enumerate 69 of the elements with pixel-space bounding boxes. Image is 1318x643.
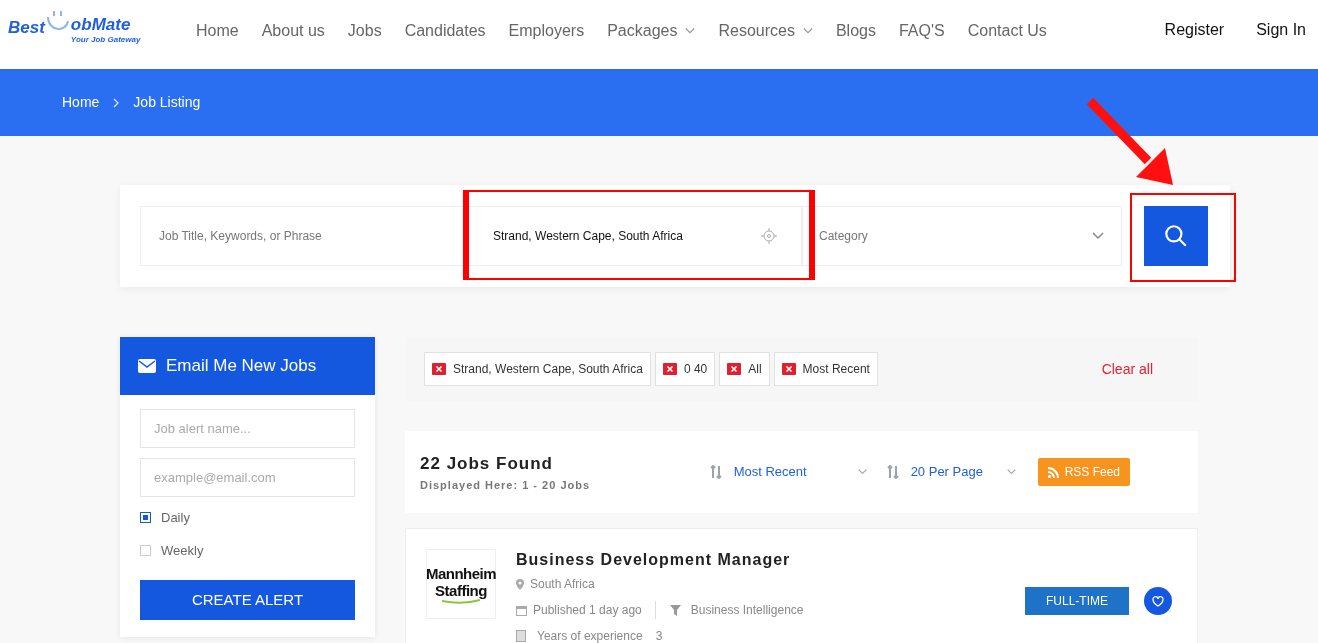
results-range: Displayed Here: 1 - 20 Jobs — [420, 477, 591, 493]
remove-icon — [432, 363, 446, 375]
search-icon — [1163, 223, 1189, 249]
job-type-badge: FULL-TIME — [1025, 587, 1129, 615]
nav-link[interactable]: Contact Us — [967, 18, 1047, 43]
calendar-icon — [516, 604, 527, 616]
heart-icon — [1152, 595, 1164, 607]
panel-title: Email Me New Jobs — [166, 355, 317, 378]
nav-link[interactable]: FAQ'S — [898, 18, 945, 43]
chevron-down-icon — [1006, 468, 1016, 476]
email-field[interactable]: example@email.com — [140, 458, 355, 497]
nav-link[interactable]: Packages — [607, 18, 696, 43]
chevron-down-icon — [802, 26, 813, 35]
keyword-field[interactable]: Job Title, Keywords, or Phrase — [140, 206, 464, 266]
sort-dropdown[interactable]: Most Recent — [733, 462, 846, 482]
breadcrumb-link[interactable]: Home — [62, 92, 100, 113]
logo-text: obMate — [70, 14, 132, 35]
favorite-button[interactable] — [1144, 587, 1172, 615]
company-logo-text: Mannheim — [425, 564, 497, 582]
checkbox-label: Weekly — [161, 541, 204, 560]
nav-link[interactable]: Blogs — [835, 18, 876, 43]
nav-link[interactable]: Home — [196, 18, 239, 43]
clear-all-link[interactable]: Clear all — [1101, 358, 1153, 380]
logo[interactable]: Best obMate Your Job Gateway — [8, 6, 148, 47]
document-icon — [516, 630, 527, 642]
filter-chip[interactable]: Strand, Western Cape, South Africa — [424, 352, 651, 386]
search-button[interactable] — [1144, 206, 1208, 266]
nav-link[interactable]: Jobs — [347, 18, 382, 43]
filter-icon — [669, 604, 681, 616]
nav-link[interactable]: About us — [261, 18, 325, 43]
swoosh-icon — [441, 598, 481, 604]
job-title[interactable]: Business Development Manager — [516, 548, 804, 572]
job-location: South Africa — [530, 576, 595, 593]
checkbox-label: Daily — [161, 509, 190, 527]
sort-icon — [709, 465, 722, 479]
category-dropdown[interactable]: Category — [802, 206, 1122, 266]
chevron-down-icon — [857, 468, 867, 476]
filter-chip[interactable]: 0 40 — [654, 352, 716, 386]
nav-link[interactable]: Resources — [718, 18, 813, 43]
results-count: 22 Jobs Found — [420, 453, 554, 475]
chevron-right-icon — [113, 97, 120, 108]
alert-name-field[interactable]: Job alert name... — [140, 409, 355, 448]
job-category: Business Intelligence — [690, 602, 804, 619]
filter-chip[interactable]: All — [719, 352, 770, 386]
nav-link[interactable]: Candidates — [404, 18, 486, 43]
rss-icon — [1047, 466, 1059, 478]
chevron-down-icon — [685, 26, 696, 35]
experience-value: 3 — [655, 628, 663, 643]
envelope-icon — [138, 359, 156, 373]
create-alert-button[interactable]: CREATE ALERT — [140, 580, 355, 620]
sort-icon — [886, 465, 899, 479]
published-date: Published 1 day ago — [533, 601, 656, 619]
per-page-dropdown[interactable]: 20 Per Page — [910, 462, 995, 482]
locate-icon — [761, 228, 777, 244]
filter-chip[interactable]: Most Recent — [773, 352, 878, 386]
logo-tagline: Your Job Gateway — [70, 34, 141, 44]
remove-icon — [662, 363, 677, 375]
remove-icon — [781, 363, 796, 375]
map-pin-icon — [516, 578, 524, 590]
company-logo-text: Staffing — [435, 581, 487, 599]
remove-icon — [727, 363, 742, 375]
experience-label: Years of experience — [537, 628, 643, 643]
nav-link[interactable]: Employers — [508, 18, 585, 43]
account-link[interactable]: Sign In — [1256, 17, 1306, 42]
checkbox[interactable] — [140, 512, 151, 524]
chevron-down-icon — [1091, 232, 1105, 240]
logo-text: Best — [8, 16, 45, 39]
breadcrumb-link[interactable]: Job Listing — [133, 92, 201, 113]
account-link[interactable]: Register — [1164, 17, 1225, 42]
